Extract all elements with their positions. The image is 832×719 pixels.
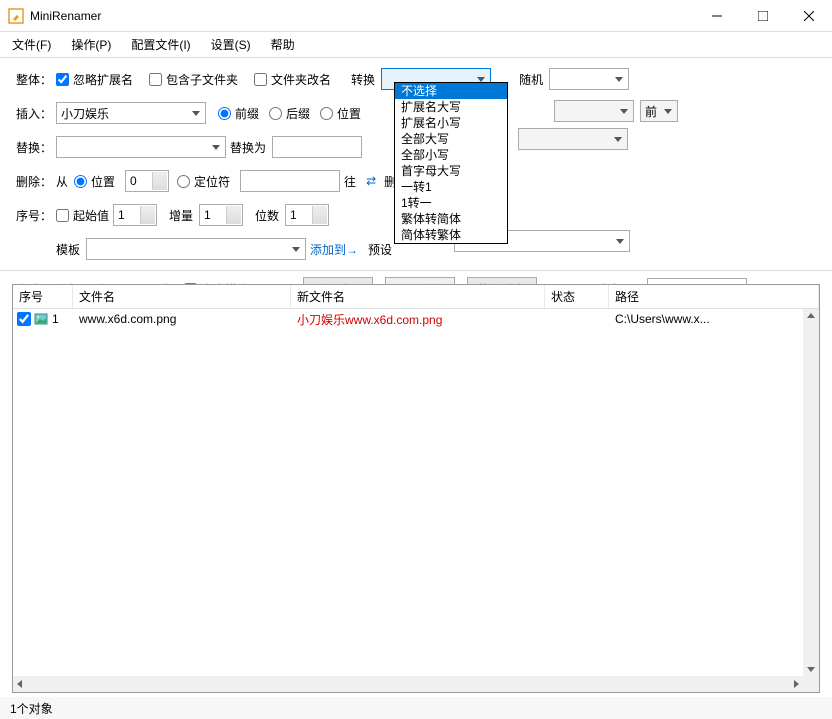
scrollbar-horizontal[interactable]: [13, 676, 803, 692]
dropdown-item[interactable]: 繁体转简体: [395, 211, 507, 227]
label-incr: 增量: [169, 207, 193, 224]
dropdown-item[interactable]: 全部大写: [395, 131, 507, 147]
minimize-button[interactable]: [694, 1, 740, 31]
label-delete: 删除：: [16, 173, 56, 190]
combo-replace-from[interactable]: [56, 136, 226, 158]
menu-config[interactable]: 配置文件(I): [127, 34, 194, 55]
combo-random[interactable]: [549, 68, 629, 90]
app-title: MiniRenamer: [30, 9, 694, 23]
th-newname[interactable]: 新文件名: [291, 285, 545, 308]
label-convert: 转换: [351, 71, 375, 88]
checkbox-start[interactable]: 起始值: [56, 207, 109, 224]
radio-suffix[interactable]: 后缀: [269, 105, 310, 122]
link-addto[interactable]: 添加到→: [310, 241, 358, 258]
th-path[interactable]: 路径: [609, 285, 819, 308]
combo-front[interactable]: 前: [640, 100, 678, 122]
row-checkbox[interactable]: [17, 312, 31, 326]
th-status[interactable]: 状态: [545, 285, 609, 308]
input-replace-to[interactable]: [272, 136, 362, 158]
maximize-button[interactable]: [740, 1, 786, 31]
radio-del-position[interactable]: 位置: [74, 173, 115, 190]
table-row[interactable]: 1 www.x6d.com.png 小刀娱乐www.x6d.com.png C:…: [13, 309, 819, 329]
label-replace-to: 替换为: [230, 139, 266, 156]
label-seq: 序号：: [16, 207, 56, 224]
spinner-start[interactable]: 1: [113, 204, 157, 226]
label-to: 往: [344, 173, 356, 190]
titlebar: MiniRenamer: [0, 0, 832, 32]
menu-settings[interactable]: 设置(S): [207, 34, 255, 55]
table-header: 序号 文件名 新文件名 状态 路径: [13, 285, 819, 309]
label-digits: 位数: [255, 207, 279, 224]
close-button[interactable]: [786, 1, 832, 31]
label-from: 从: [56, 173, 68, 190]
label-whole: 整体：: [16, 71, 56, 88]
spinner-digits[interactable]: 1: [285, 204, 329, 226]
checkbox-ignore-ext[interactable]: 忽略扩展名: [56, 71, 133, 88]
window-controls: [694, 1, 832, 31]
convert-dropdown[interactable]: 不选择 扩展名大写 扩展名小写 全部大写 全部小写 首字母大写 一转1 1转一 …: [394, 82, 508, 244]
cell-newname: 小刀娱乐www.x6d.com.png: [291, 311, 545, 328]
label-insert: 插入：: [16, 105, 56, 122]
dropdown-item[interactable]: 简体转繁体: [395, 227, 507, 243]
label-preset: 预设: [368, 241, 392, 258]
checkbox-rename-folder[interactable]: 文件夹改名: [254, 71, 331, 88]
th-idx[interactable]: 序号: [13, 285, 73, 308]
label-replace: 替换：: [16, 139, 56, 156]
checkbox-include-sub[interactable]: 包含子文件夹: [149, 71, 238, 88]
dropdown-item[interactable]: 1转一: [395, 195, 507, 211]
menu-operate[interactable]: 操作(P): [67, 34, 115, 55]
arrow-right-icon: ⇄: [366, 174, 376, 188]
file-table: 序号 文件名 新文件名 状态 路径 1 www.x6d.com.png 小刀娱乐…: [12, 284, 820, 693]
dropdown-item[interactable]: 一转1: [395, 179, 507, 195]
dropdown-item[interactable]: 扩展名小写: [395, 115, 507, 131]
statusbar: 1个对象: [0, 697, 832, 719]
spinner-del-pos[interactable]: 0: [125, 170, 169, 192]
cell-name: www.x6d.com.png: [73, 312, 291, 326]
combo-template[interactable]: [86, 238, 306, 260]
radio-prefix[interactable]: 前缀: [218, 105, 259, 122]
cell-path: C:\Users\www.x...: [609, 312, 819, 326]
dropdown-item[interactable]: 首字母大写: [395, 163, 507, 179]
radio-del-locator[interactable]: 定位符: [177, 173, 230, 190]
label-template: 模板: [56, 241, 80, 258]
menubar: 文件(F) 操作(P) 配置文件(I) 设置(S) 帮助: [0, 32, 832, 58]
scrollbar-vertical[interactable]: [803, 309, 819, 676]
menu-help[interactable]: 帮助: [267, 34, 299, 55]
combo-insert-aux[interactable]: [554, 100, 634, 122]
combo-insert-text[interactable]: 小刀娱乐: [56, 102, 206, 124]
dropdown-item[interactable]: 扩展名大写: [395, 99, 507, 115]
radio-position[interactable]: 位置: [320, 105, 361, 122]
th-name[interactable]: 文件名: [73, 285, 291, 308]
spinner-incr[interactable]: 1: [199, 204, 243, 226]
image-file-icon: [34, 312, 48, 326]
app-icon: [8, 8, 24, 24]
status-text: 1个对象: [10, 700, 53, 717]
scroll-corner: [803, 676, 819, 692]
label-random: 随机: [519, 71, 543, 88]
combo-replace-aux[interactable]: [518, 128, 628, 150]
menu-file[interactable]: 文件(F): [8, 34, 55, 55]
input-del-locator[interactable]: [240, 170, 340, 192]
dropdown-item[interactable]: 全部小写: [395, 147, 507, 163]
dropdown-item[interactable]: 不选择: [395, 83, 507, 99]
